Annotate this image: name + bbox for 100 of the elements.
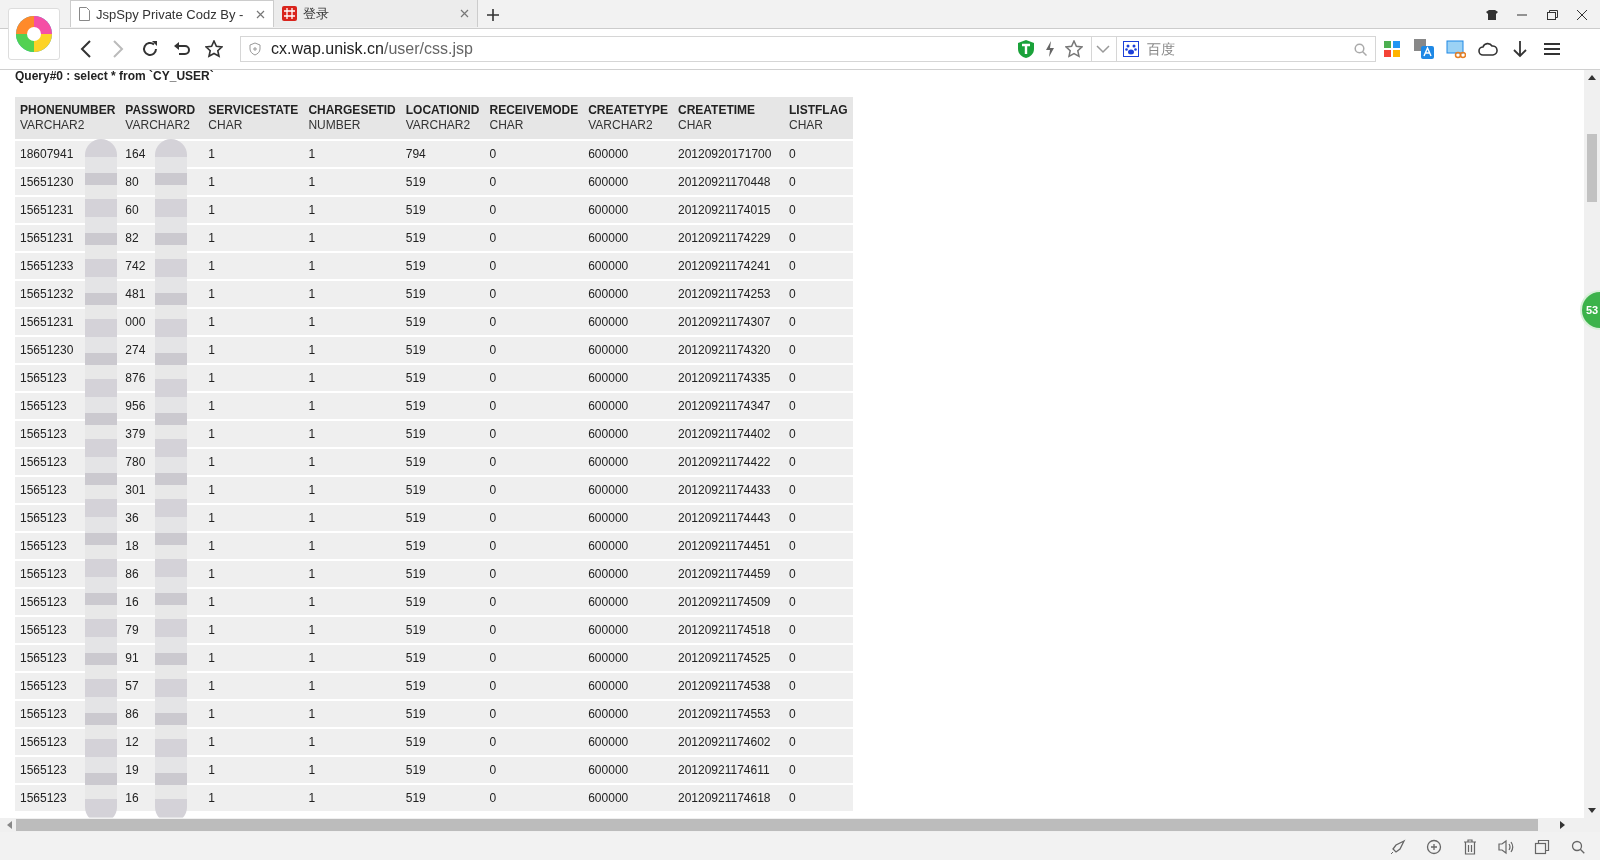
table-cell: 1	[208, 707, 216, 721]
table-cell: 274	[125, 343, 146, 357]
table-cell: 0	[789, 623, 796, 637]
table-cell: 16	[125, 791, 139, 805]
table-cell: 1565123	[20, 511, 67, 525]
table-cell: 0	[489, 511, 497, 525]
table-cell: 600000	[588, 175, 629, 189]
table-cell: 1	[208, 735, 216, 749]
scroll-thumb[interactable]	[16, 819, 1538, 831]
table-cell: 86	[125, 567, 139, 581]
table-cell: 519	[405, 455, 426, 469]
table-cell: 600000	[588, 287, 629, 301]
table-cell: 0	[489, 399, 497, 413]
table-cell: 0	[489, 287, 497, 301]
table-cell: 15651230	[20, 175, 74, 189]
table-cell: 0	[789, 343, 796, 357]
table-cell: 600000	[588, 231, 629, 245]
table-cell: 1565123	[20, 539, 67, 553]
table-cell: 1565123	[20, 567, 67, 581]
scroll-thumb[interactable]	[1587, 134, 1597, 202]
table-cell: 0	[489, 679, 497, 693]
table-cell: 1	[308, 567, 316, 581]
table-cell: 1	[308, 259, 316, 273]
table-cell: 0	[489, 427, 497, 441]
table-cell: 1	[308, 511, 316, 525]
search-box[interactable]: 百度	[1092, 36, 1376, 62]
chevron-icon[interactable]	[1096, 44, 1110, 54]
shield-icon[interactable]	[1017, 39, 1035, 59]
table-cell: 1565123	[20, 371, 67, 385]
table-cell: 0	[789, 175, 796, 189]
column-type: CHAR	[208, 118, 244, 133]
table-cell: 1	[208, 203, 216, 217]
table-cell: 1	[308, 147, 316, 161]
table-cell: 0	[789, 735, 796, 749]
table-cell: 0	[489, 623, 497, 637]
table-cell: 0	[489, 175, 497, 189]
table-cell: 1	[308, 651, 316, 665]
vertical-scrollbar[interactable]	[1584, 70, 1600, 818]
table-cell: 600000	[588, 707, 629, 721]
table-cell: 301	[125, 483, 146, 497]
table-cell: 600000	[588, 791, 629, 805]
table-cell: 0	[789, 371, 796, 385]
table-cell: 1	[208, 371, 216, 385]
table-cell: 1565123	[20, 623, 67, 637]
table-cell: 0	[789, 287, 796, 301]
scroll-up-icon[interactable]	[1588, 74, 1596, 80]
table-cell: 519	[405, 763, 426, 777]
table-cell: 0	[789, 315, 796, 329]
table-cell: 1	[308, 763, 316, 777]
browser-tab[interactable]: JspSpy Private Codz By -	[70, 0, 274, 27]
table-cell: 1	[208, 259, 216, 273]
table-cell: 20120921174525	[678, 651, 771, 665]
plus-icon[interactable]	[486, 7, 500, 22]
browser-tab[interactable]: 登录	[274, 0, 478, 27]
table-cell: 600000	[588, 595, 629, 609]
table-cell: 20120921174307	[678, 315, 771, 329]
table-cell: 1	[208, 175, 216, 189]
table-cell: 0	[789, 763, 796, 777]
column-type: NUMBER	[308, 118, 362, 133]
table-cell: 600000	[588, 763, 629, 777]
table-cell: 20120921174229	[678, 231, 771, 245]
table-cell: 0	[489, 651, 497, 665]
table-cell: 0	[489, 259, 497, 273]
table-cell: 600000	[588, 735, 629, 749]
table-cell: 0	[489, 791, 497, 805]
scroll-right-icon[interactable]	[1560, 821, 1566, 829]
scroll-down-icon[interactable]	[1588, 808, 1596, 814]
table-cell: 36	[125, 511, 139, 525]
table-cell: 1	[208, 427, 216, 441]
page-icon	[79, 7, 90, 21]
site-icon	[282, 6, 297, 21]
table-cell: 0	[489, 231, 497, 245]
table-cell: 0	[789, 203, 796, 217]
table-cell: 1	[308, 427, 316, 441]
address-field[interactable]: cx.wap.unisk.cn/user/css.jsp	[240, 36, 1092, 62]
column-type: VARCHAR2	[588, 118, 654, 133]
scroll-left-icon[interactable]	[6, 821, 12, 829]
table-cell: 20120921174320	[678, 343, 771, 357]
column-header: SERVICESTATE	[208, 102, 299, 118]
star-icon[interactable]	[1065, 40, 1083, 58]
table-cell: 0	[789, 231, 796, 245]
table-cell: 1	[308, 791, 316, 805]
browser-logo[interactable]	[8, 8, 60, 60]
lightning-icon[interactable]	[1045, 41, 1055, 57]
table-cell: 1565123	[20, 427, 67, 441]
table-cell: 1	[208, 287, 216, 301]
table-cell: 0	[489, 763, 497, 777]
table-cell: 600000	[588, 203, 629, 217]
table-cell: 794	[405, 147, 426, 161]
table-cell: 86	[125, 707, 139, 721]
table-cell: 956	[125, 399, 146, 413]
table-cell: 1	[308, 287, 316, 301]
table-cell: 519	[405, 427, 426, 441]
table-cell: 15651231	[20, 315, 74, 329]
table-cell: 519	[405, 651, 426, 665]
table-cell: 20120921174422	[678, 455, 771, 469]
horizontal-scrollbar[interactable]	[0, 818, 1600, 832]
table-cell: 1	[208, 539, 216, 553]
table-cell: 600000	[588, 567, 629, 581]
table-cell: 600000	[588, 455, 629, 469]
